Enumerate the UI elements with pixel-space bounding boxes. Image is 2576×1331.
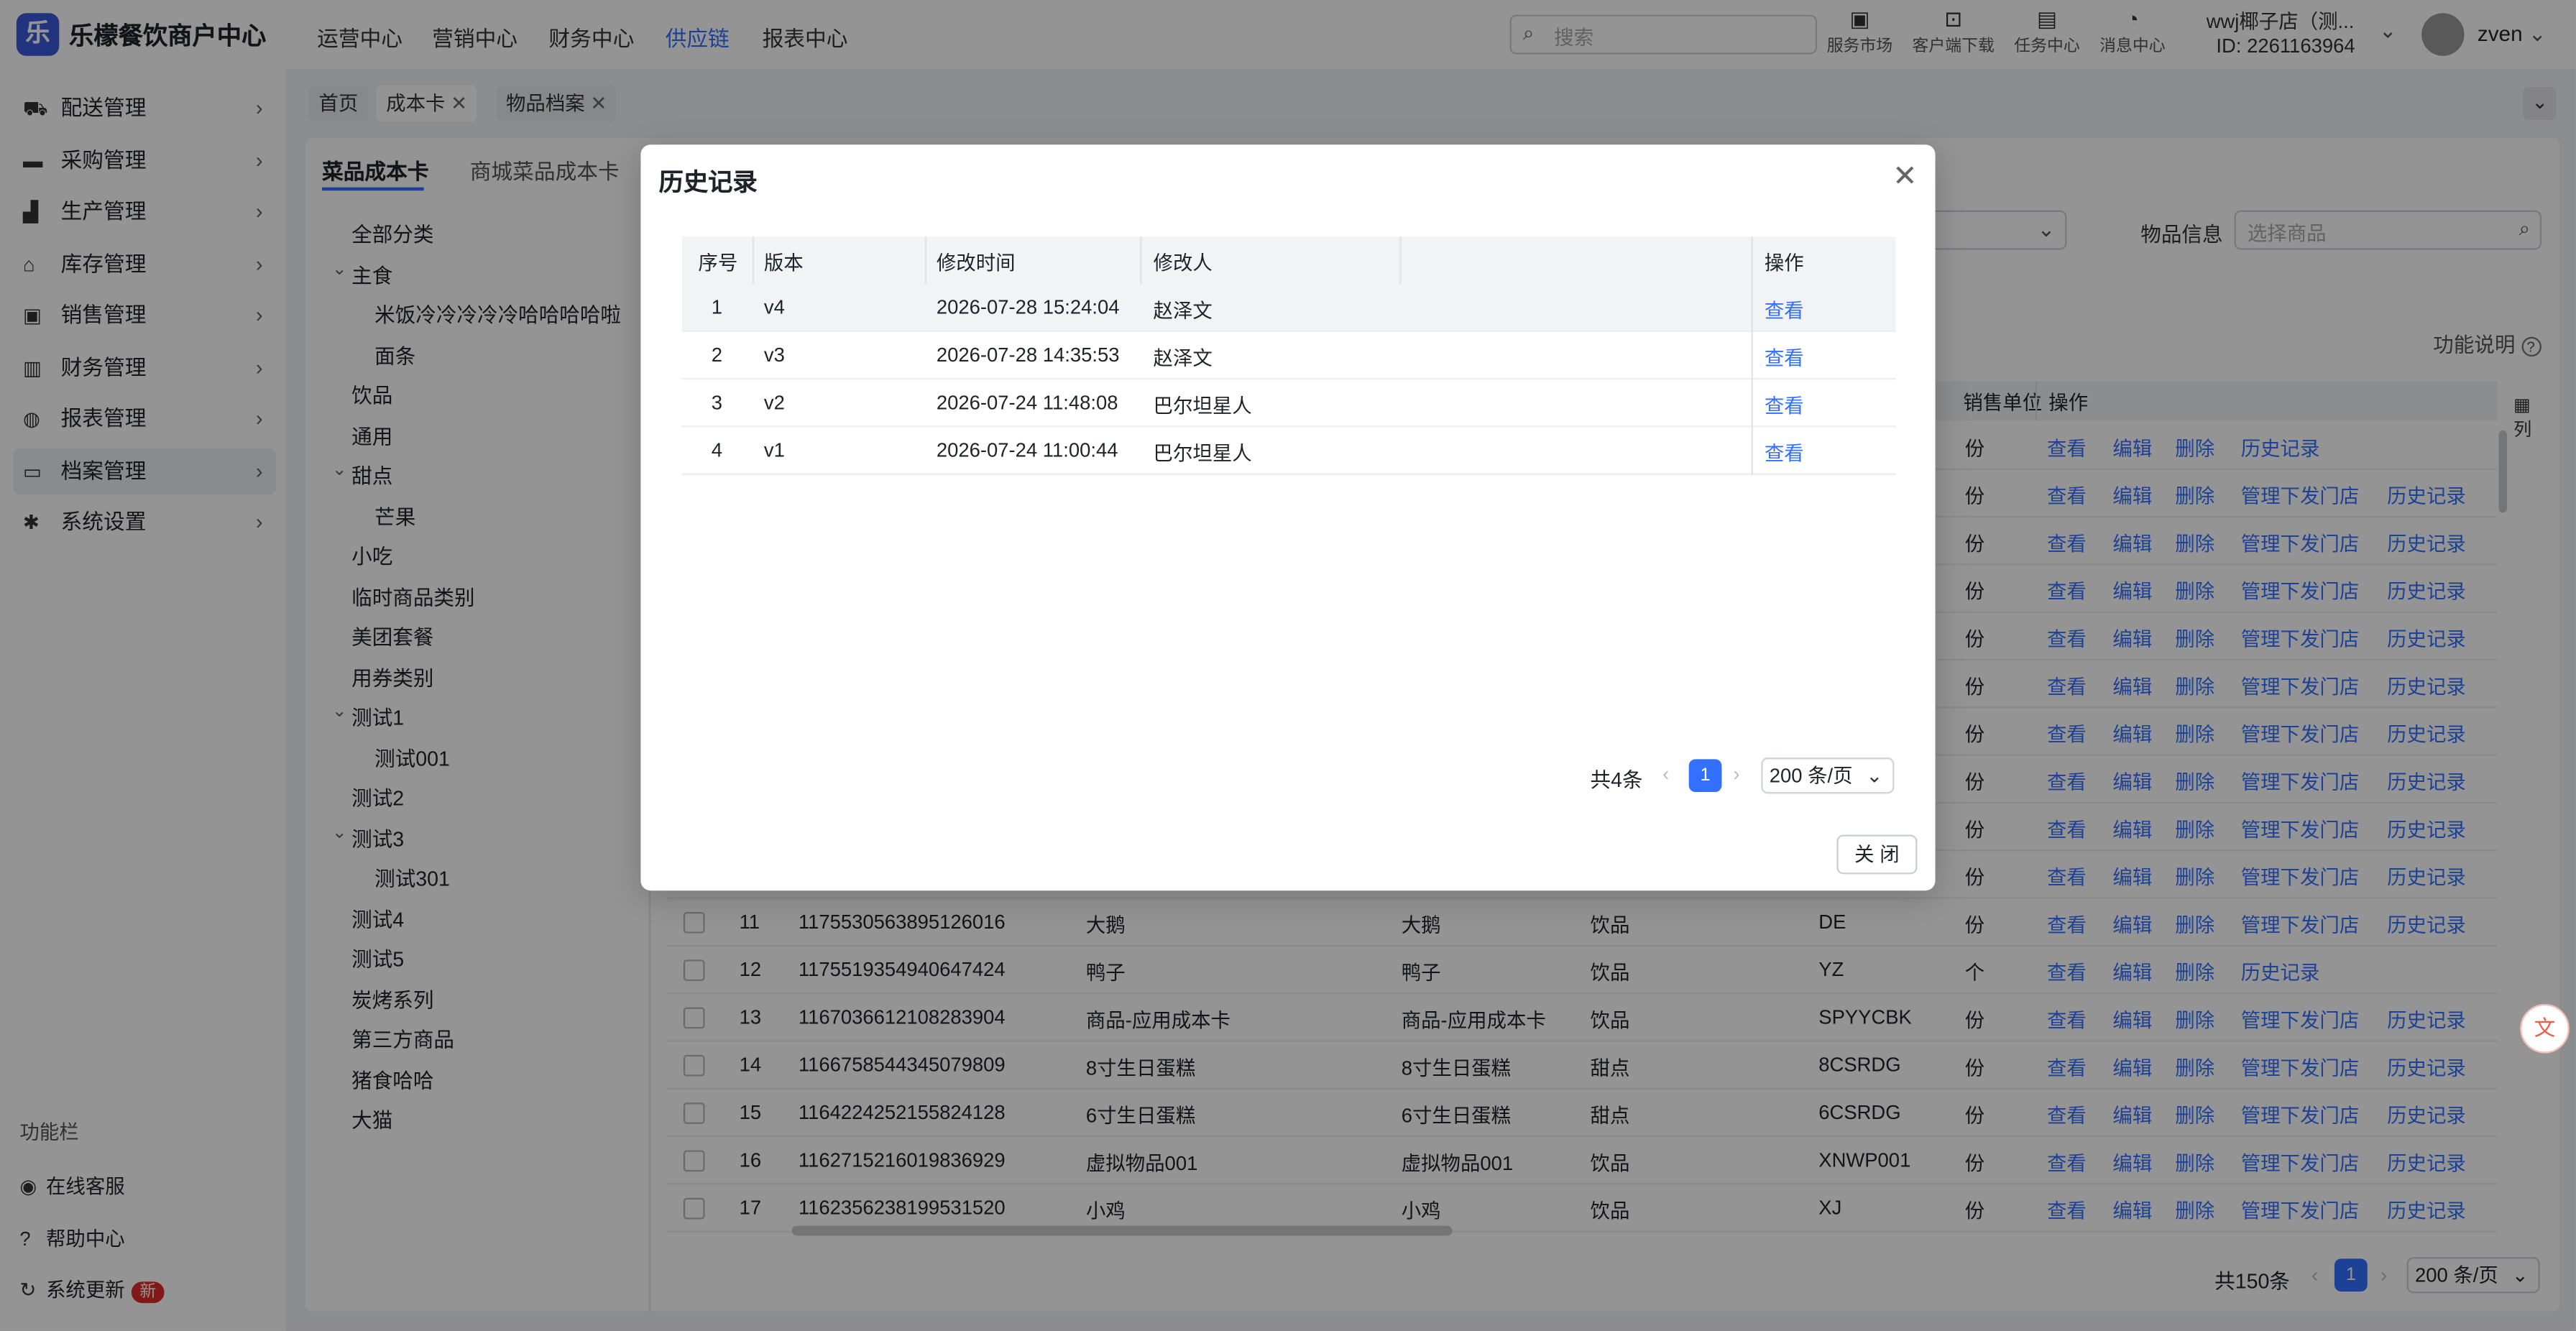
col-divider [924, 236, 927, 285]
col-divider [1751, 379, 1753, 428]
page-size-label: 200 条/页 [1769, 764, 1853, 788]
history-row-editor: 赵泽文 [1153, 346, 1213, 370]
view-link[interactable]: 查看 [1765, 438, 1804, 466]
view-link[interactable]: 查看 [1765, 296, 1804, 324]
history-row-version: v2 [763, 391, 785, 415]
history-row-version: v1 [763, 438, 785, 462]
translate-icon[interactable]: 文 [2520, 1003, 2570, 1054]
page-number-button[interactable]: 1 [1688, 759, 1722, 793]
history-table-header: 序号 版本 修改时间 修改人 操作 [681, 236, 1896, 285]
history-row-time: 2026-07-24 11:00:44 [936, 438, 1118, 462]
modal-title: 历史记录 [658, 169, 758, 198]
history-row[interactable]: 3 v2 2026-07-24 11:48:08 巴尔坦星人 查看 [681, 379, 1896, 428]
col-divider [1751, 284, 1753, 332]
col-divider [752, 236, 755, 285]
col-divider [1140, 236, 1142, 285]
col-divider [1751, 427, 1753, 475]
close-button[interactable]: 关 闭 [1836, 834, 1918, 875]
view-link[interactable]: 查看 [1765, 391, 1804, 419]
page-size-select[interactable]: 200 条/页 ⌄ [1761, 757, 1895, 794]
history-row-editor: 赵泽文 [1153, 299, 1213, 323]
history-row-no: 3 [711, 391, 722, 415]
history-row[interactable]: 4 v1 2026-07-24 11:00:44 巴尔坦星人 查看 [681, 427, 1896, 475]
history-row-no: 1 [711, 295, 722, 319]
history-row-no: 2 [711, 343, 722, 367]
chevron-down-icon: ⌄ [1866, 764, 1883, 788]
close-icon[interactable]: ✕ [1892, 160, 1917, 194]
prev-page-button[interactable]: ‹ [1662, 763, 1669, 786]
col-divider [1751, 236, 1753, 285]
history-row-version: v3 [763, 343, 785, 367]
next-page-button[interactable]: › [1733, 763, 1739, 786]
history-row[interactable]: 2 v3 2026-07-28 14:35:53 赵泽文 查看 [681, 331, 1896, 380]
col-divider [1399, 236, 1402, 285]
history-row-time: 2026-07-28 14:35:53 [936, 343, 1120, 367]
history-modal: 历史记录 ✕ 序号 版本 修改时间 修改人 操作 1 v4 2026-07-28… [640, 144, 1936, 891]
col-divider [1751, 331, 1753, 380]
col-header-no: 序号 [698, 251, 738, 275]
view-link[interactable]: 查看 [1765, 344, 1804, 372]
history-row-time: 2026-07-28 15:24:04 [936, 295, 1120, 319]
history-row-editor: 巴尔坦星人 [1153, 394, 1252, 418]
col-header-actions: 操作 [1764, 251, 1804, 275]
history-row-version: v4 [763, 295, 785, 319]
modal-pagination-total: 共4条 [1590, 769, 1643, 793]
history-row-time: 2026-07-24 11:48:08 [936, 391, 1118, 415]
col-header-version: 版本 [763, 251, 804, 275]
col-header-editor: 修改人 [1153, 251, 1213, 275]
app-root: 乐 乐檬餐饮商户中心 运营中心 营销中心 财务中心 供应链 报表中心 ⌕ 搜索 … [0, 0, 2576, 1331]
col-header-time: 修改时间 [936, 251, 1016, 275]
history-table: 序号 版本 修改时间 修改人 操作 1 v4 2026-07-28 15:24:… [681, 236, 1896, 475]
history-row-no: 4 [711, 438, 722, 462]
history-row[interactable]: 1 v4 2026-07-28 15:24:04 赵泽文 查看 [681, 284, 1896, 332]
history-row-editor: 巴尔坦星人 [1153, 442, 1252, 466]
